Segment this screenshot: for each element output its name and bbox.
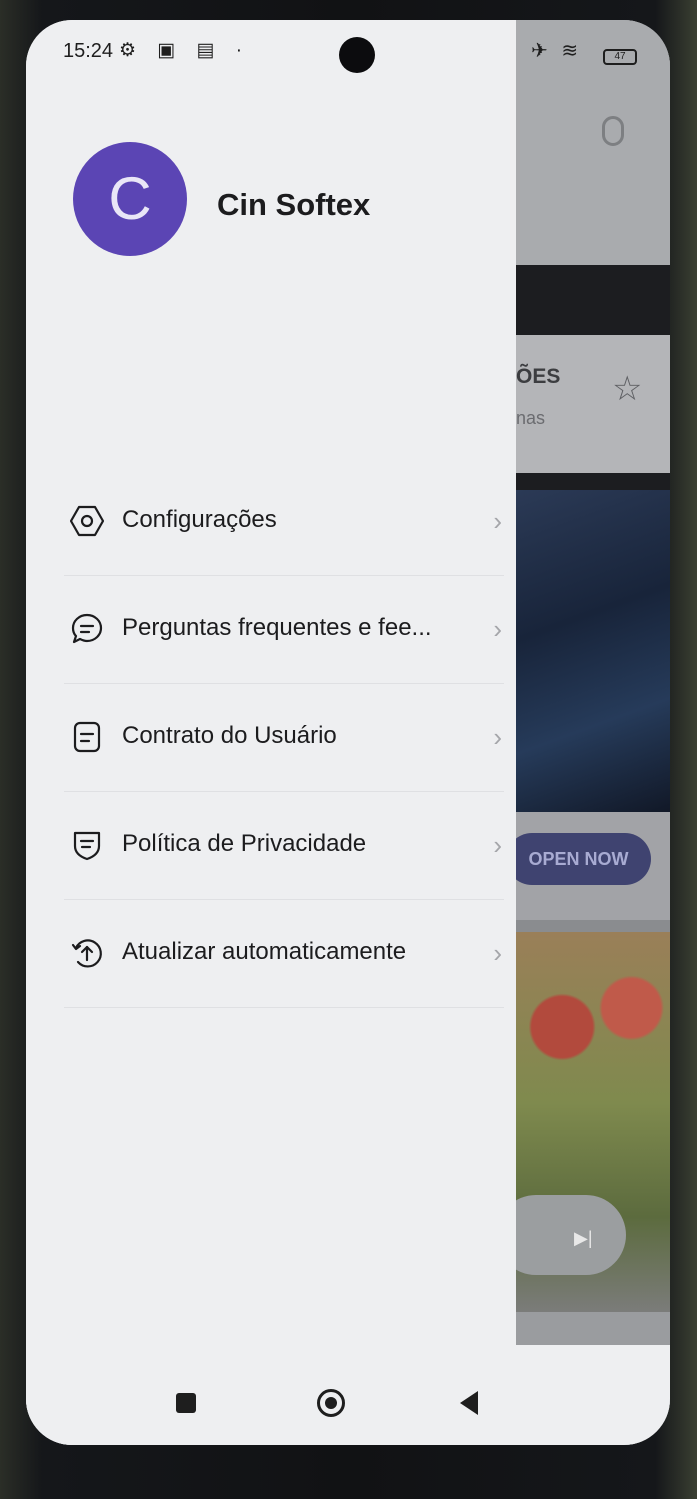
back-icon[interactable]: [460, 1391, 478, 1415]
menu-item-privacy-policy[interactable]: Política de Privacidade ›: [64, 792, 504, 900]
menu-item-faq-feedback[interactable]: Perguntas frequentes e fee... ›: [64, 576, 504, 684]
airplane-wifi-icon: ✈ ≋: [531, 40, 583, 62]
shield-icon: [73, 831, 101, 861]
background-band: [516, 265, 670, 335]
background-banner-image: [516, 490, 670, 812]
chevron-right-icon: ›: [493, 506, 502, 536]
menu-item-label: Perguntas frequentes e fee...: [122, 614, 432, 641]
front-camera: [339, 37, 375, 73]
chevron-right-icon: ›: [493, 938, 502, 968]
skip-next-icon[interactable]: ▶|: [574, 1228, 593, 1249]
phone-frame: ÕES nas ☆ OPEN NOW ▶| C Cin Softex Confi…: [0, 0, 697, 1499]
drawer-menu: Configurações › Perguntas frequentes e f…: [64, 468, 504, 1008]
background-card[interactable]: [516, 335, 670, 473]
settings-icon: [70, 505, 104, 537]
background-band: [516, 473, 670, 490]
chevron-right-icon: ›: [493, 614, 502, 644]
menu-item-label: Atualizar automaticamente: [122, 938, 407, 965]
background-card-title: ÕES: [516, 365, 561, 388]
screen: ÕES nas ☆ OPEN NOW ▶| C Cin Softex Confi…: [26, 20, 670, 1445]
recent-apps-icon[interactable]: [176, 1393, 196, 1413]
menu-item-label: Política de Privacidade: [122, 830, 367, 857]
navigation-drawer: C Cin Softex Configurações › Perguntas f…: [26, 20, 516, 1445]
battery-icon: 47: [603, 49, 637, 65]
menu-item-label: Configurações: [122, 506, 277, 533]
avatar-letter: C: [108, 165, 152, 232]
avatar[interactable]: C: [73, 142, 187, 256]
status-time: 15:24: [63, 40, 114, 62]
menu-item-user-agreement[interactable]: Contrato do Usuário ›: [64, 684, 504, 792]
home-icon[interactable]: [317, 1389, 345, 1417]
menu-item-settings[interactable]: Configurações ›: [64, 468, 504, 576]
microphone-icon[interactable]: [602, 116, 624, 146]
background-card-subtitle: nas: [516, 408, 546, 428]
feedback-icon: [71, 613, 103, 644]
document-icon: [73, 721, 101, 753]
update-icon: [71, 939, 102, 968]
star-icon[interactable]: ☆: [612, 372, 642, 406]
menu-item-auto-update[interactable]: Atualizar automaticamente ›: [64, 900, 504, 1008]
chevron-right-icon: ›: [493, 830, 502, 860]
system-nav-bar: [26, 1345, 670, 1445]
status-bar: 15:24 ⚙ ▣ ▤ · ✈ ≋ 47: [26, 20, 670, 84]
battery-level: 47: [614, 51, 626, 62]
chevron-right-icon: ›: [493, 722, 502, 752]
background-app[interactable]: ÕES nas ☆ OPEN NOW ▶|: [496, 20, 670, 1445]
open-now-button[interactable]: OPEN NOW: [506, 833, 651, 885]
menu-item-label: Contrato do Usuário: [122, 722, 337, 749]
notification-icons: ⚙ ▣ ▤ ·: [119, 40, 251, 61]
user-name: Cin Softex: [217, 187, 371, 222]
